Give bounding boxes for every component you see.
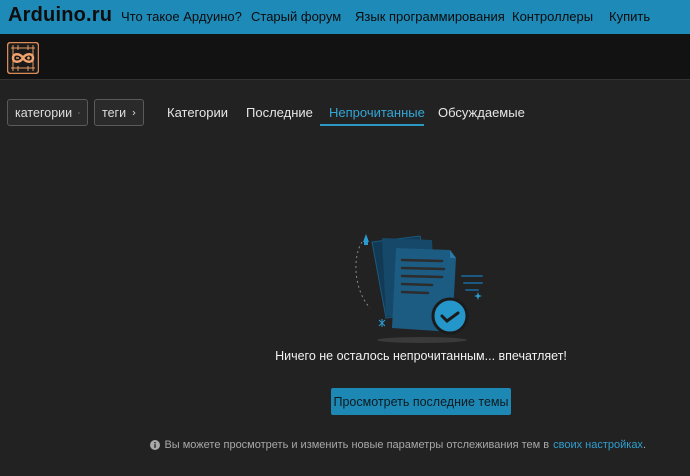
tab-unread[interactable]: Непрочитанные <box>329 105 425 120</box>
tracking-info-line: Вы можете просмотреть и изменить новые п… <box>150 439 646 451</box>
top-navigation-bar: Arduino.ru Что такое Ардуино? Старый фор… <box>0 0 690 34</box>
tracking-info-text: Вы можете просмотреть и изменить новые п… <box>164 439 550 451</box>
empty-state-text: Ничего не осталось непрочитанным... впеч… <box>275 349 567 363</box>
site-brand[interactable]: Arduino.ru <box>8 4 112 27</box>
nav-link-old-forum[interactable]: Старый форум <box>251 9 341 24</box>
view-latest-topics-button[interactable]: Просмотреть последние темы <box>331 388 511 415</box>
tags-dropdown[interactable]: теги <box>94 99 144 126</box>
forum-header <box>0 34 690 80</box>
tab-categories[interactable]: Категории <box>167 105 228 120</box>
chevron-right-icon <box>132 110 136 115</box>
categories-dropdown[interactable]: категории <box>7 99 88 126</box>
nav-link-controllers[interactable]: Контроллеры <box>512 9 593 24</box>
documents-checkmark-icon <box>355 234 483 343</box>
nav-link-what-is-arduino[interactable]: Что такое Ардуино? <box>121 9 242 24</box>
tab-top[interactable]: Обсуждаемые <box>438 105 525 120</box>
nav-link-programming-language[interactable]: Язык программирования <box>355 9 505 24</box>
info-icon <box>150 440 161 450</box>
preferences-link[interactable]: своих настройках <box>553 439 643 451</box>
tracking-info-end: . <box>642 439 646 451</box>
arduino-logo-icon[interactable] <box>7 42 39 74</box>
empty-state-message: Ничего не осталось непрочитанным... впеч… <box>0 349 690 363</box>
chevron-right-icon <box>78 111 80 114</box>
active-tab-underline <box>320 124 424 126</box>
tags-dropdown-label: теги <box>102 105 127 120</box>
tab-latest[interactable]: Последние <box>246 105 313 120</box>
categories-dropdown-label: категории <box>15 105 73 120</box>
nav-link-buy[interactable]: Купить <box>609 9 650 24</box>
